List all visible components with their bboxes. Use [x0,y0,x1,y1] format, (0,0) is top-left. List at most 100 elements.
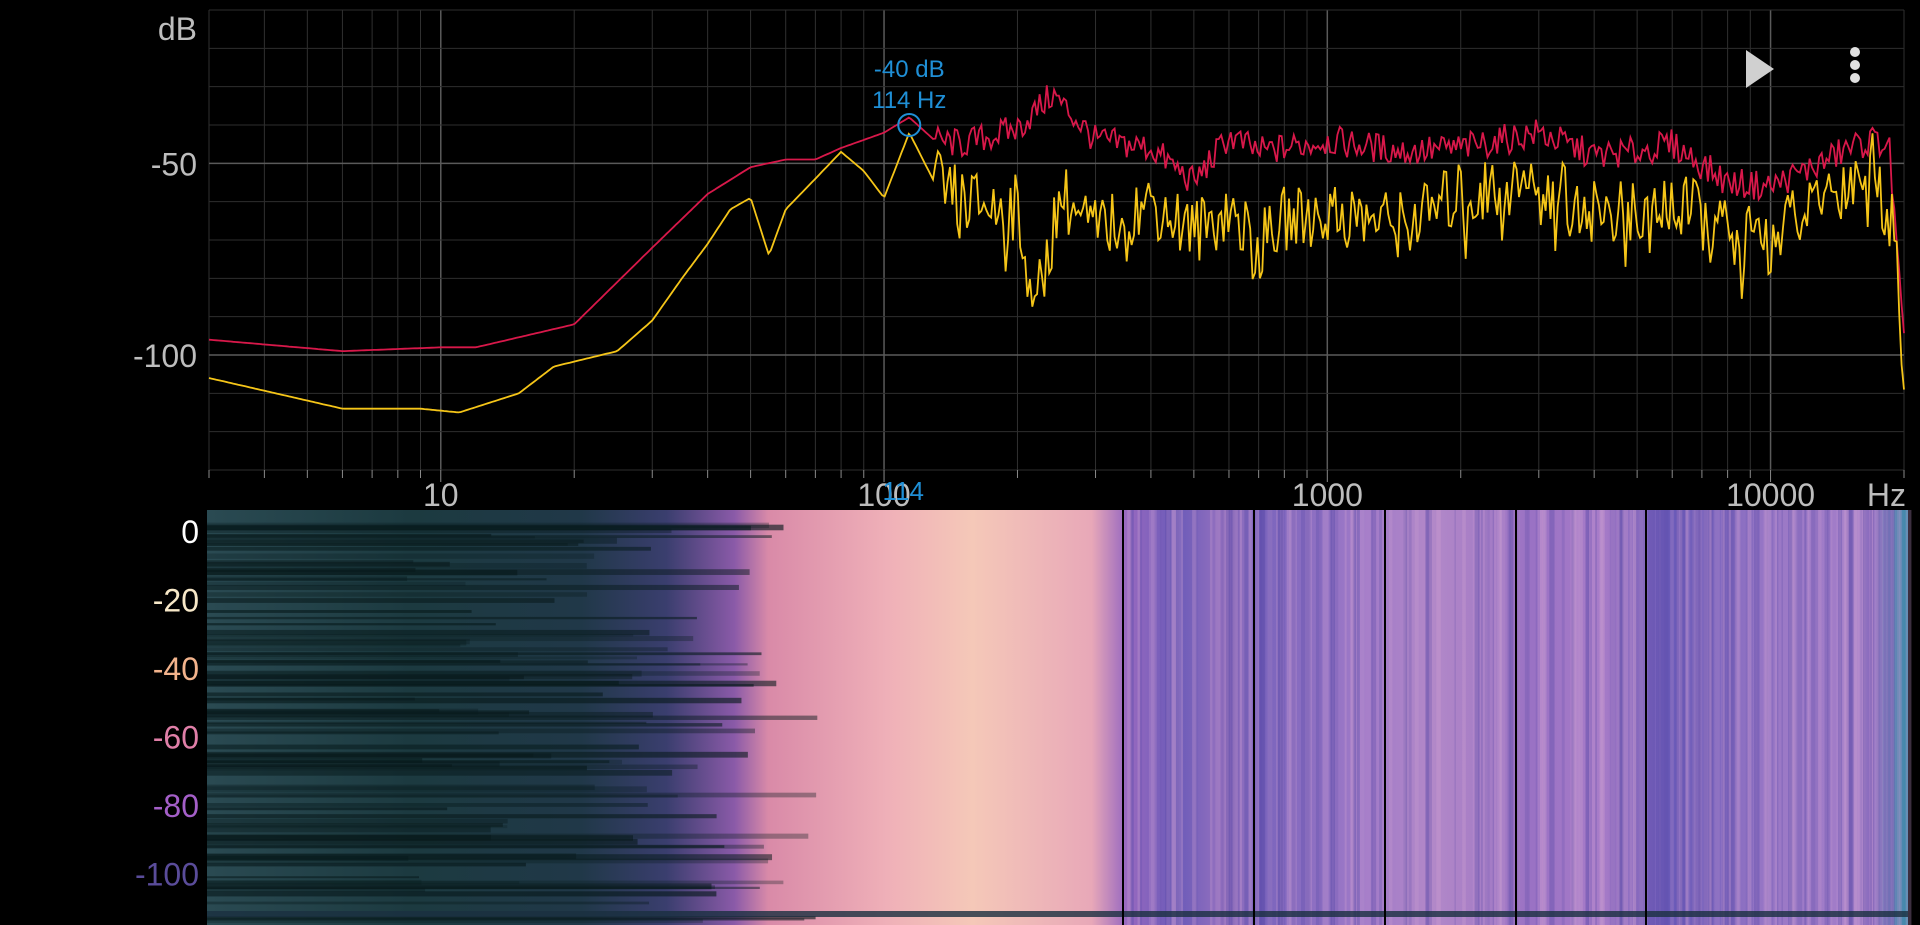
spectrogram-column [1622,510,1629,925]
spectrogram-column [1239,510,1242,925]
spectrogram-column [1726,510,1730,925]
spectrogram-streak [207,823,503,827]
marker-axis-label: 114 [883,476,924,506]
spectrogram-column [1259,510,1262,925]
spectrogram-column [1680,510,1683,925]
spectrogram-column [1160,510,1162,925]
spectrogram-column [1815,510,1819,925]
spectrogram-column [1633,510,1637,925]
spectrogram-column [1484,510,1490,925]
time-tick-label: -40 [153,651,199,687]
spectrogram-column [1670,510,1674,925]
spectrogram-streak [207,807,448,811]
spectrogram-column [1414,510,1419,925]
spectrogram-column [1267,510,1273,925]
overflow-menu-button[interactable] [1830,44,1880,94]
spectrogram-column [1754,510,1760,925]
spectrogram-column [1807,510,1810,925]
spectrogram-column [1364,510,1371,925]
spectrogram-streak [207,561,450,567]
spectrogram-column [1844,510,1850,925]
spectrogram-column [1244,510,1248,925]
spectrogram-column [1747,510,1752,925]
spectrogram-column [1316,510,1320,925]
spectrogram-column [1248,510,1252,925]
spectrogram-column [1491,510,1494,925]
spectrogram-column [1714,510,1720,925]
spectrogram-streak [207,876,419,879]
spectrogram-column [1838,510,1843,925]
peak-marker[interactable]: -40 dB 114 Hz 114 [872,56,946,506]
spectrogram-streak [207,814,717,819]
spectrogram-column [1131,510,1134,925]
spectrogram-column [1591,510,1596,925]
y-tick-label: -100 [133,338,197,374]
spectrogram-streak [207,598,555,603]
spectrogram-column [1616,510,1620,925]
spectrogram-streak [207,764,698,770]
spectrogram-column [1388,510,1393,925]
spectrogram-column [1897,510,1901,925]
spectrogram-column [1379,510,1382,925]
spectrogram-column [1561,510,1565,925]
spectrogram-column [1371,510,1373,925]
spectrogram-column [1195,510,1198,925]
spectrogram-column [1166,510,1171,925]
spectrogram-column [1499,510,1502,925]
spectrogram-column [1180,510,1184,925]
spectrogram-column [1148,510,1155,925]
spectrogram-column [1657,510,1664,925]
spectrogram-column [1849,510,1854,925]
play-icon [1746,50,1774,88]
spectrogram-streak [207,525,751,531]
play-button[interactable] [1733,44,1783,94]
spectrogram-column [1883,510,1887,925]
spectrogram-streak [207,616,697,620]
spectrogram-column [1811,510,1816,925]
spectrogram-column [1330,510,1336,925]
spectrogram-streak [207,901,650,905]
spectrogram-streak [207,744,639,750]
time-tick-label: -20 [153,583,199,619]
spectrogram-streak [207,643,461,647]
marker-hz-label: 114 Hz [872,87,946,114]
spectrogram-column [1639,510,1646,925]
time-tick-label: -80 [153,788,199,824]
spectrogram-column [1804,510,1807,925]
spectrogram-column [1707,510,1710,925]
spectrogram-column [1426,510,1432,925]
spectrogram-column [1595,510,1597,925]
spectrogram-column [1695,510,1698,925]
spectrogram-streak [207,660,588,664]
spectrogram-streak [207,760,610,764]
spectrogram-column [1232,510,1239,925]
spectrogram-streak [207,623,496,626]
spectrogram-streak [207,652,762,656]
spectrogram-streak [207,711,653,718]
spectrogram-column [1359,510,1365,925]
spectrogram-streak [207,708,440,713]
spectrogram-column [1722,510,1725,925]
spectrogram-column [1354,510,1356,925]
spectrogram-column [1877,510,1883,925]
spectrogram-streak [207,663,701,666]
spectrogram-streak [207,697,742,704]
spectrum-plot[interactable]: -50-100dB10 100 1000 10000 Hz-40 dB114 Hz114 [0,0,1920,510]
spectrogram-streak [207,834,492,841]
spectrogram-column [1322,510,1329,925]
spectrum-analyzer-app: -50 -100 dB 10 100 1000 10000 Hz -40 dB 114 Hz 114… [0,0,1920,925]
spectrogram-column [1686,510,1688,925]
spectrogram-column [1226,510,1232,925]
spectrogram-column [1549,510,1555,925]
spectrogram-streak [207,647,668,652]
spectrogram-streak [207,592,588,597]
spectrogram-column [1663,510,1668,925]
time-tick-label: -60 [153,720,199,756]
spectrogram-column [1775,510,1778,925]
spectrogram-column [1675,510,1679,925]
spectrogram-streak [207,854,773,861]
spectrogram-plot[interactable]: 0-20-40-60-80-100-120 [0,510,1920,925]
spectrogram-streak [207,794,678,798]
spectrogram-column [1454,510,1456,925]
x-tick-label: 10000 [1726,477,1815,510]
